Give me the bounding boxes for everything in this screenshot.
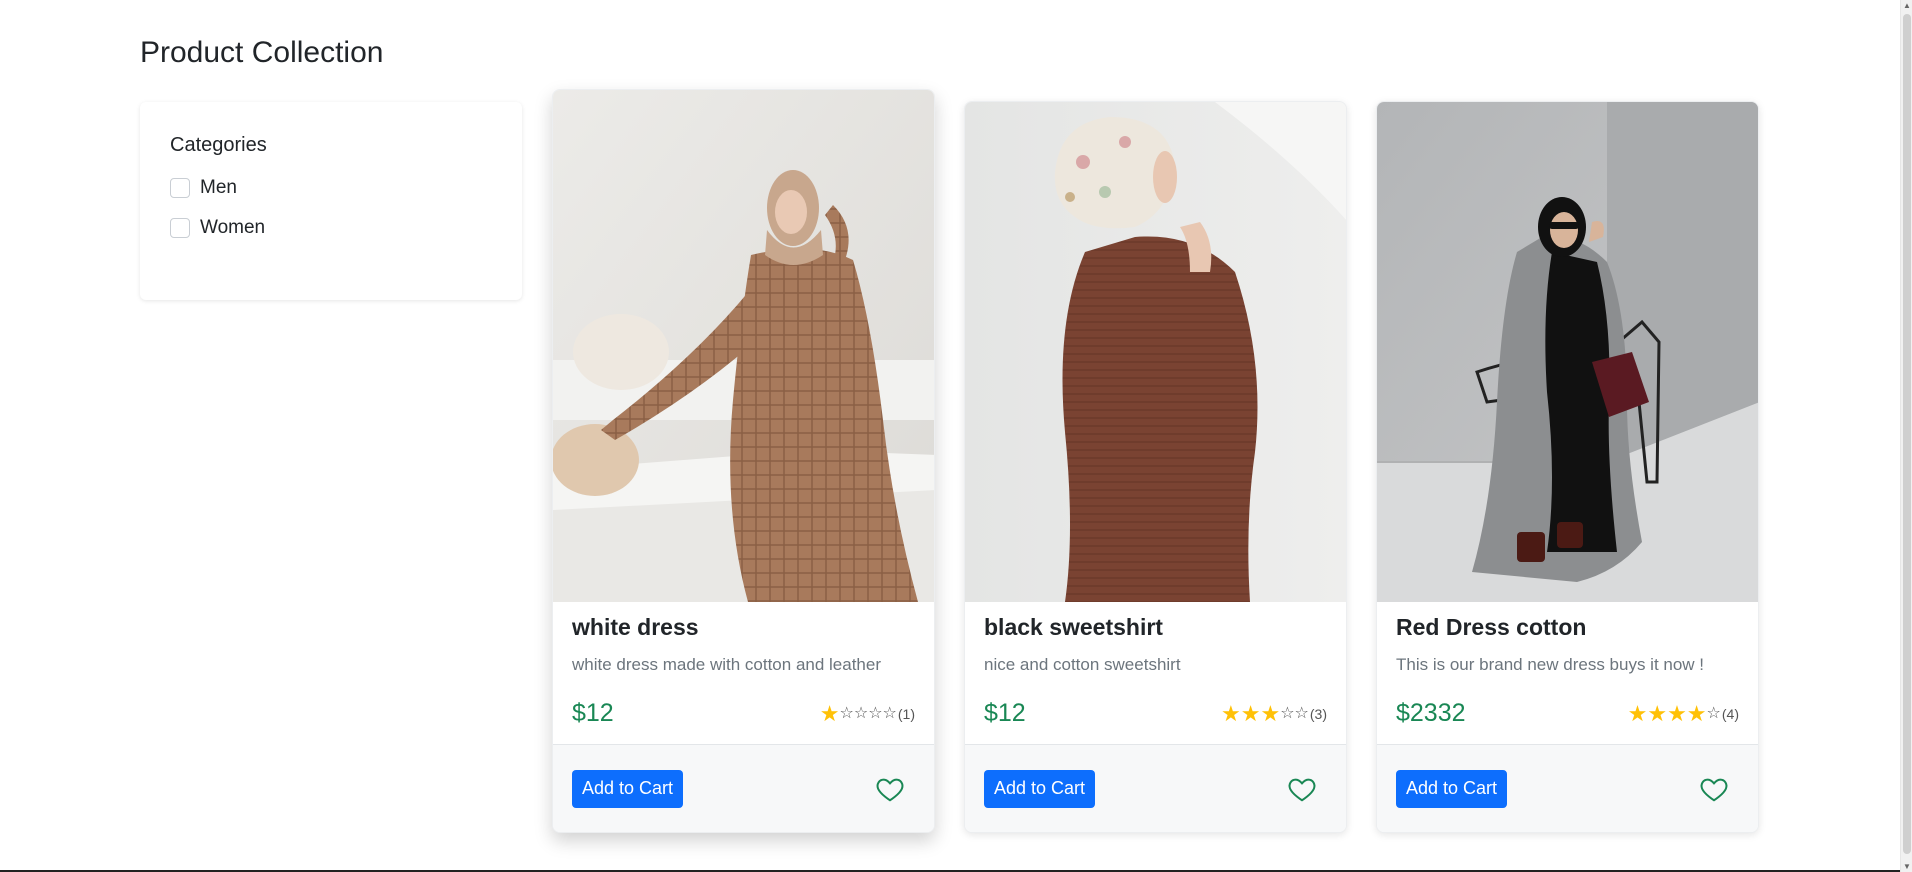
price-row: $12 ★ ☆ ☆ ☆ ☆ (1) — [572, 699, 915, 728]
rating-count: (3) — [1309, 705, 1327, 722]
product-description: nice and cotton sweetshirt — [984, 655, 1181, 674]
card-footer: Add to Cart — [1377, 744, 1758, 832]
product-image[interactable] — [1377, 102, 1758, 602]
woman-in-brown-sweater-photo — [965, 102, 1346, 602]
card-body: Red Dress cotton This is our brand new d… — [1377, 602, 1758, 744]
filter-option-label: Men — [200, 177, 237, 198]
star-full-icon: ★ — [819, 700, 840, 726]
heart-icon[interactable] — [875, 774, 905, 804]
star-full-icon: ★ — [1647, 700, 1668, 726]
product-description: This is our brand new dress buys it now … — [1396, 655, 1705, 674]
filter-option-label: Women — [200, 217, 266, 238]
scroll-down-icon[interactable]: ▼ — [1902, 862, 1912, 871]
scroll-thumb[interactable] — [1903, 14, 1911, 854]
star-empty-icon: ☆ — [853, 704, 869, 722]
star-full-icon: ★ — [1260, 700, 1281, 726]
star-empty-icon: ☆ — [1280, 704, 1295, 722]
vertical-scrollbar[interactable]: ▲ ▼ — [1900, 0, 1912, 872]
product-price: $12 — [572, 699, 614, 727]
woman-in-gray-coat-photo — [1377, 102, 1758, 602]
card-footer: Add to Cart — [553, 744, 934, 832]
star-rating: ★ ☆ ☆ ☆ ☆ (1) — [819, 700, 915, 726]
women-checkbox[interactable] — [170, 218, 190, 238]
star-empty-icon: ☆ — [882, 704, 897, 722]
card-footer: Add to Cart — [965, 744, 1346, 832]
rating-count: (4) — [1721, 705, 1739, 722]
star-full-icon: ★ — [1240, 700, 1261, 726]
product-image[interactable] — [553, 90, 934, 602]
filter-option-men[interactable]: Men — [170, 173, 492, 203]
men-checkbox[interactable] — [170, 178, 190, 198]
product-name[interactable]: black sweetshirt — [984, 614, 1327, 641]
product-name[interactable]: white dress — [572, 614, 915, 641]
product-price: $12 — [984, 699, 1026, 727]
woman-in-plaid-dress-photo — [553, 90, 934, 602]
product-image[interactable] — [965, 102, 1346, 602]
star-rating: ★ ★ ★ ☆ ☆ (3) — [1220, 700, 1327, 726]
star-full-icon: ★ — [1220, 700, 1241, 726]
heart-icon[interactable] — [1287, 774, 1317, 804]
star-empty-icon: ☆ — [1706, 704, 1721, 722]
category-filter-panel: Categories Men Women — [140, 102, 522, 300]
scroll-up-icon[interactable]: ▲ — [1902, 1, 1912, 10]
star-rating: ★ ★ ★ ★ ☆ (4) — [1627, 700, 1739, 726]
product-description: white dress made with cotton and leather — [572, 655, 882, 674]
filter-heading: Categories — [170, 134, 267, 156]
star-full-icon: ★ — [1686, 700, 1707, 726]
star-empty-icon: ☆ — [868, 704, 883, 722]
add-to-cart-button[interactable]: Add to Cart — [1396, 769, 1508, 808]
star-full-icon: ★ — [1667, 700, 1687, 726]
heart-icon[interactable] — [1699, 774, 1729, 804]
rating-count: (1) — [897, 705, 915, 722]
star-empty-icon: ☆ — [839, 704, 854, 722]
filter-option-women[interactable]: Women — [170, 213, 492, 243]
product-card: Red Dress cotton This is our brand new d… — [1376, 101, 1759, 833]
product-card: black sweetshirt nice and cotton sweetsh… — [964, 101, 1347, 833]
add-to-cart-button[interactable]: Add to Cart — [984, 769, 1096, 808]
price-row: $12 ★ ★ ★ ☆ ☆ (3) — [984, 699, 1327, 728]
product-card: white dress white dress made with cotton… — [552, 89, 935, 833]
star-empty-icon: ☆ — [1294, 704, 1309, 722]
add-to-cart-button[interactable]: Add to Cart — [572, 769, 684, 808]
card-body: white dress white dress made with cotton… — [553, 602, 934, 744]
star-full-icon: ★ — [1627, 700, 1648, 726]
price-row: $2332 ★ ★ ★ ★ ☆ (4) — [1396, 699, 1739, 728]
page-title: Product Collection — [140, 36, 384, 69]
product-name[interactable]: Red Dress cotton — [1396, 614, 1739, 641]
product-price: $2332 — [1396, 699, 1466, 727]
card-body: black sweetshirt nice and cotton sweetsh… — [965, 602, 1346, 744]
